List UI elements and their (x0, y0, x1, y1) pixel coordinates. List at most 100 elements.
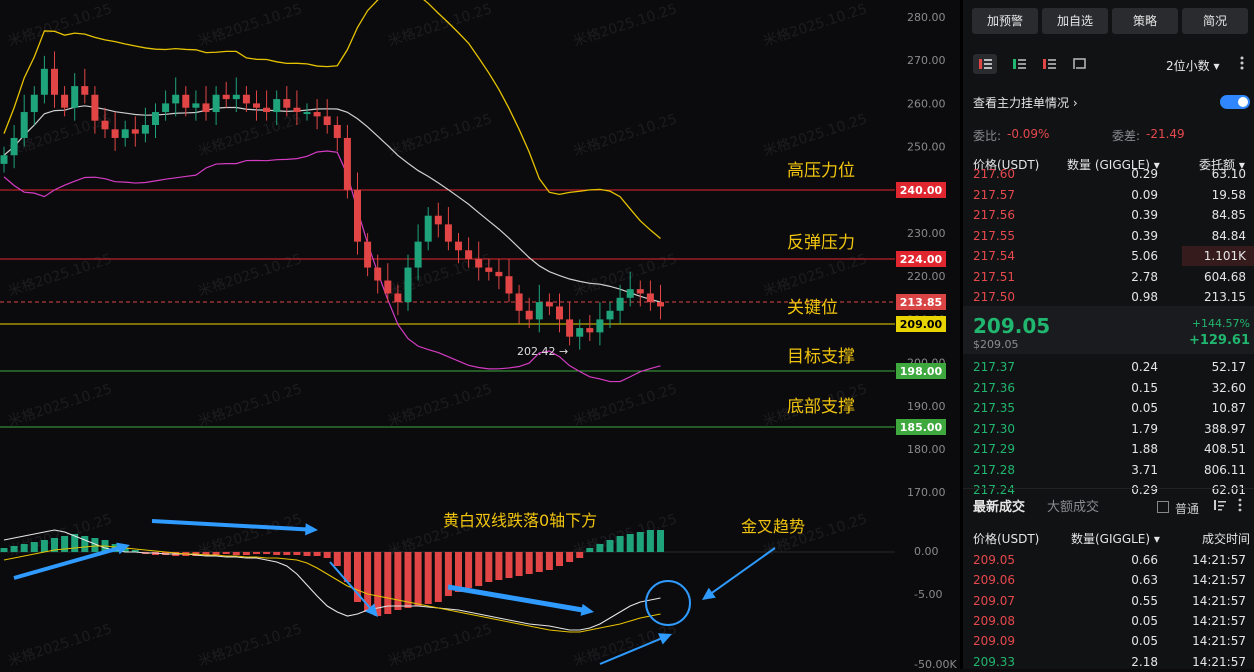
candle-body[interactable] (596, 319, 604, 333)
add-alert-button[interactable]: 加预警 (972, 8, 1038, 34)
candle-body[interactable] (232, 94, 240, 100)
ask-row[interactable]: 217.55 0.39 84.84 (963, 226, 1254, 246)
candle-body[interactable] (343, 137, 351, 190)
candle-body[interactable] (444, 224, 452, 242)
candle-body[interactable] (657, 302, 664, 307)
candle-body[interactable] (606, 310, 614, 320)
main-orders-toggle[interactable] (1220, 95, 1250, 109)
tab-large-trades[interactable]: 大额成交 (1047, 496, 1099, 515)
view-flag-toggle[interactable] (1067, 54, 1091, 74)
candle-body[interactable] (455, 241, 462, 251)
candle-body[interactable] (364, 241, 372, 268)
candle-body[interactable] (313, 112, 321, 117)
candle-body[interactable] (182, 94, 190, 108)
candle-body[interactable] (576, 328, 584, 337)
candle-body[interactable] (556, 306, 563, 320)
trade-row[interactable]: 209.07 0.55 14:21:57 (963, 591, 1254, 611)
candle-body[interactable] (495, 271, 503, 277)
strategy-button[interactable]: 策略 (1112, 8, 1178, 34)
candle-body[interactable] (616, 297, 624, 311)
view-bids-toggle[interactable] (1007, 54, 1031, 74)
view-both-toggle[interactable] (973, 54, 997, 74)
candle-body[interactable] (394, 293, 402, 303)
candle-body[interactable] (384, 280, 392, 294)
ask-row[interactable]: 217.57 0.09 19.58 (963, 185, 1254, 205)
candle-body[interactable] (333, 125, 341, 138)
add-watchlist-button[interactable]: 加自选 (1042, 8, 1108, 34)
candle-body[interactable] (636, 289, 644, 294)
candle-body[interactable] (434, 215, 442, 225)
ask-row[interactable]: 217.54 5.06 1.101K (963, 246, 1254, 266)
candle-body[interactable] (141, 125, 149, 134)
candle-body[interactable] (485, 267, 493, 272)
view-asks-toggle[interactable] (1037, 54, 1061, 74)
tab-latest-trades[interactable]: 最新成交 (973, 496, 1025, 515)
candle-body[interactable] (20, 112, 28, 138)
trade-row[interactable]: 209.09 0.05 14:21:57 (963, 631, 1254, 651)
candle-body[interactable] (646, 293, 654, 303)
candle-body[interactable] (465, 250, 473, 259)
candle-body[interactable] (535, 302, 543, 320)
bid-row[interactable]: 217.30 1.79 388.97 (963, 419, 1254, 439)
candle-body[interactable] (212, 94, 220, 113)
candle-body[interactable] (293, 107, 301, 113)
ask-row[interactable]: 217.50 0.98 213.15 (963, 287, 1254, 307)
candle-body[interactable] (30, 94, 38, 113)
bid-row[interactable]: 217.35 0.05 10.87 (963, 398, 1254, 418)
candle-body[interactable] (374, 267, 382, 281)
ordinary-checkbox[interactable] (1157, 501, 1169, 513)
candle-body[interactable] (51, 68, 58, 95)
filter-icon[interactable] (1213, 498, 1227, 515)
candle-body[interactable] (71, 86, 79, 108)
candle-body[interactable] (10, 137, 18, 156)
candle-body[interactable] (81, 86, 89, 95)
candle-body[interactable] (91, 94, 99, 121)
candle-body[interactable] (162, 103, 170, 113)
candle-body[interactable] (545, 302, 553, 307)
candle-body[interactable] (192, 103, 200, 108)
trade-row[interactable]: 209.08 0.05 14:21:57 (963, 611, 1254, 631)
candle-body[interactable] (354, 189, 361, 242)
ask-row[interactable]: 217.60 0.29 63.10 (963, 164, 1254, 184)
decimals-select[interactable]: 2位小数 ▾ (1166, 57, 1220, 74)
trades-header-qty[interactable]: 数量(GIGGLE) ▾ (1071, 530, 1160, 547)
ask-row[interactable]: 217.56 0.39 84.85 (963, 205, 1254, 225)
candle-body[interactable] (273, 99, 281, 113)
overview-button[interactable]: 简况 (1182, 8, 1248, 34)
candle-body[interactable] (152, 112, 159, 125)
trade-row[interactable]: 209.06 0.63 14:21:57 (963, 570, 1254, 590)
more-icon[interactable] (1235, 55, 1249, 71)
bid-row[interactable]: 217.28 3.71 806.11 (963, 460, 1254, 480)
candle-body[interactable] (131, 129, 139, 134)
bid-row[interactable]: 217.36 0.15 32.60 (963, 378, 1254, 398)
candle-body[interactable] (475, 258, 483, 268)
main-orders-link[interactable]: 查看主力挂单情况 › (973, 94, 1078, 111)
candle-body[interactable] (222, 94, 230, 100)
trade-row[interactable]: 209.05 0.66 14:21:57 (963, 550, 1254, 570)
candle-body[interactable] (242, 94, 250, 104)
candle-body[interactable] (172, 94, 180, 104)
candle-body[interactable] (0, 155, 8, 164)
chart-canvas[interactable]: 280.00 270.00 260.00 250.00 240.00 230.00 220.… (0, 0, 960, 669)
candle-body[interactable] (515, 293, 523, 311)
candle-body[interactable] (283, 99, 291, 108)
candle-body[interactable] (404, 267, 412, 303)
candle-body[interactable] (424, 215, 432, 242)
candle-body[interactable] (253, 103, 260, 108)
candle-body[interactable] (263, 107, 271, 113)
candle-body[interactable] (626, 289, 634, 298)
candle-body[interactable] (323, 116, 331, 125)
bid-row[interactable]: 217.37 0.24 52.17 (963, 357, 1254, 377)
candle-body[interactable] (525, 310, 533, 320)
candle-body[interactable] (121, 129, 129, 138)
candle-body[interactable] (101, 120, 109, 130)
candle-body[interactable] (111, 129, 119, 138)
candle-body[interactable] (566, 319, 574, 337)
more-icon-trades[interactable] (1236, 498, 1244, 515)
candle-body[interactable] (586, 328, 594, 333)
candle-body[interactable] (414, 241, 422, 268)
candle-body[interactable] (303, 112, 311, 115)
ask-row[interactable]: 217.51 2.78 604.68 (963, 267, 1254, 287)
candle-body[interactable] (202, 103, 210, 113)
candle-body[interactable] (40, 68, 48, 95)
